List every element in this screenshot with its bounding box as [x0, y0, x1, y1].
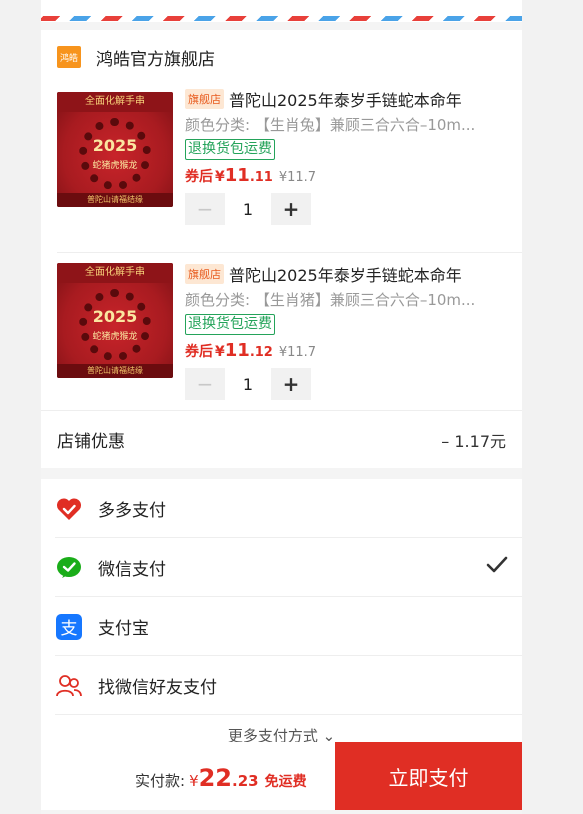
quantity-value[interactable]: 1 [225, 200, 271, 219]
price-row: 券后 ¥ 11 .12 ¥11.7 [185, 340, 515, 362]
total-amount: 实付款: ¥ 22 .23 免运费 [135, 764, 307, 792]
checkout-sheet: 鸿皓 鸿皓官方旗舰店 全面化解手串 2025 蛇猪虎猴龙 普陀山请福结缘 旗舰店… [41, 0, 522, 814]
payment-label: 支付宝 [98, 619, 149, 639]
thumb-year: 2025 [92, 307, 138, 326]
price-currency: ¥ [215, 344, 225, 360]
payment-option-alipay[interactable]: 支 支付宝 [41, 597, 522, 656]
payment-option-duoduo[interactable]: 多多支付 [41, 479, 522, 538]
price-integer: 11 [224, 340, 250, 361]
wechat-icon [55, 554, 83, 582]
payment-option-friend[interactable]: 找微信好友支付 [41, 656, 522, 715]
shop-discount-row[interactable]: 店铺优惠 – 1.17元 [41, 410, 522, 468]
total-decimal: .23 [232, 772, 259, 790]
payment-option-wechat[interactable]: 微信支付 [41, 538, 522, 597]
product-title[interactable]: 普陀山2025年泰岁手链蛇本命年 [229, 88, 462, 110]
product-image[interactable]: 全面化解手串 2025 蛇猪虎猴龙 普陀山请福结缘 [57, 92, 173, 207]
alipay-icon: 支 [55, 613, 83, 641]
order-item: 全面化解手串 2025 蛇猪虎猴龙 普陀山请福结缘 旗舰店 普陀山2025年泰岁… [57, 88, 522, 253]
payment-methods: 多多支付 微信支付 支 支付宝 找微信好友支付 更多支付方式 ⌄ [41, 479, 522, 749]
payment-label: 微信支付 [98, 560, 166, 580]
payment-label: 找微信好友支付 [98, 678, 217, 698]
pay-now-button[interactable]: 立即支付 [335, 742, 522, 810]
thumb-year: 2025 [92, 136, 138, 155]
heart-icon [55, 495, 83, 523]
product-image[interactable]: 全面化解手串 2025 蛇猪虎猴龙 普陀山请福结缘 [57, 263, 173, 378]
product-title[interactable]: 普陀山2025年泰岁手链蛇本命年 [229, 263, 462, 285]
quantity-value[interactable]: 1 [225, 375, 271, 394]
thumb-subtitle: 蛇猪虎猴龙 [92, 332, 138, 342]
decrease-button[interactable]: − [185, 193, 225, 225]
airmail-border [41, 0, 522, 22]
thumb-subtitle: 蛇猪虎猴龙 [92, 161, 138, 171]
shop-order-card: 鸿皓 鸿皓官方旗舰店 全面化解手串 2025 蛇猪虎猴龙 普陀山请福结缘 旗舰店… [41, 30, 522, 468]
thumb-band: 全面化解手串 [57, 92, 173, 112]
friends-icon [55, 672, 83, 700]
thumb-band: 全面化解手串 [57, 263, 173, 283]
flagship-badge: 旗舰店 [185, 89, 224, 109]
item-info: 旗舰店 普陀山2025年泰岁手链蛇本命年 颜色分类: 【生肖兔】兼顾三合六合–1… [185, 88, 515, 225]
order-item: 全面化解手串 2025 蛇猪虎猴龙 普陀山请福结缘 旗舰店 普陀山2025年泰岁… [57, 252, 522, 417]
shop-header[interactable]: 鸿皓 鸿皓官方旗舰店 [57, 46, 215, 70]
svg-text:支: 支 [61, 619, 78, 639]
flagship-badge: 旗舰店 [185, 264, 224, 284]
thumb-footer: 普陀山请福结缘 [57, 193, 173, 207]
payment-label: 多多支付 [98, 501, 166, 521]
checkmark-icon [486, 556, 508, 578]
free-shipping-label: 免运费 [264, 774, 307, 790]
price-row: 券后 ¥ 11 .11 ¥11.7 [185, 165, 515, 187]
return-shipping-tag: 退换货包运费 [185, 314, 275, 335]
price-integer: 11 [224, 165, 250, 186]
increase-button[interactable]: + [271, 193, 311, 225]
original-price: ¥11.7 [278, 345, 317, 360]
product-spec[interactable]: 颜色分类: 【生肖猪】兼顾三合六合–10m... [185, 289, 505, 310]
shop-discount-value: – 1.17元 [441, 431, 506, 451]
coupon-price-label: 券后 [185, 169, 213, 185]
return-shipping-tag: 退换货包运费 [185, 139, 275, 160]
price-currency: ¥ [215, 169, 225, 185]
total-integer: 22 [198, 764, 233, 792]
decrease-button[interactable]: − [185, 368, 225, 400]
total-label: 实付款: [135, 772, 186, 790]
thumb-footer: 普陀山请福结缘 [57, 364, 173, 378]
shop-logo: 鸿皓 [57, 46, 81, 68]
total-currency: ¥ [189, 772, 199, 790]
coupon-price-label: 券后 [185, 344, 213, 360]
item-info: 旗舰店 普陀山2025年泰岁手链蛇本命年 颜色分类: 【生肖猪】兼顾三合六合–1… [185, 263, 515, 400]
checkout-bar: 实付款: ¥ 22 .23 免运费 立即支付 [41, 742, 522, 810]
original-price: ¥11.7 [278, 170, 317, 185]
shop-discount-label: 店铺优惠 [57, 432, 125, 452]
quantity-stepper: − 1 + [185, 193, 515, 225]
price-decimal: .12 [249, 345, 273, 360]
increase-button[interactable]: + [271, 368, 311, 400]
product-spec[interactable]: 颜色分类: 【生肖兔】兼顾三合六合–10m... [185, 114, 505, 135]
shop-name: 鸿皓官方旗舰店 [96, 49, 215, 70]
quantity-stepper: − 1 + [185, 368, 515, 400]
price-decimal: .11 [249, 170, 273, 185]
